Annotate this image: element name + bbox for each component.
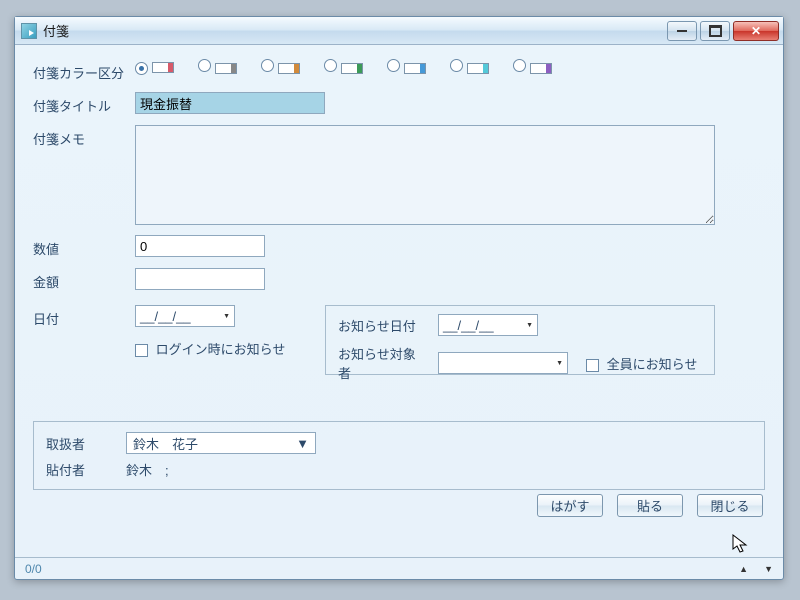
statusbar: 0/0 ▲ ▼: [15, 557, 783, 579]
swatch-icon: [278, 63, 300, 74]
poster-row: 貼付者 鈴木 ;: [46, 460, 752, 479]
color-option-orange[interactable]: [261, 59, 300, 75]
handler-groupbox: 取扱者 鈴木 花子 ▼ 貼付者 鈴木 ;: [33, 421, 765, 490]
checkbox-icon: [586, 359, 599, 372]
date-value: __/__/__: [140, 309, 191, 324]
date-combo[interactable]: __/__/__ ▼: [135, 305, 235, 327]
color-options: [135, 59, 552, 75]
close-button[interactable]: 閉じる: [697, 494, 763, 517]
notice-date-row: お知らせ日付 __/__/__ ▼: [338, 314, 702, 336]
swatch-icon: [215, 63, 237, 74]
number-input[interactable]: [135, 235, 265, 257]
color-option-gray[interactable]: [198, 59, 237, 75]
color-option-cyan[interactable]: [450, 59, 489, 75]
swatch-icon: [152, 62, 174, 73]
window-title: 付箋: [43, 21, 667, 40]
content-area: 付箋カラー区分 付箋タイトル 付箋メモ 数値 金額: [15, 45, 783, 557]
sticky-note-dialog: 付箋 付箋カラー区分 付箋タイトル 付箋メモ: [14, 16, 784, 580]
action-buttons: はがす 貼る 閉じる: [33, 490, 765, 517]
notice-target-label: お知らせ対象者: [338, 344, 428, 382]
title-row: 付箋タイトル: [33, 92, 765, 115]
swatch-icon: [467, 63, 489, 74]
memo-row: 付箋メモ: [33, 125, 765, 225]
radio-icon: [387, 59, 400, 72]
maximize-button[interactable]: [700, 21, 730, 41]
notice-date-value: __/__/__: [443, 318, 494, 333]
nav-up-icon[interactable]: ▲: [739, 564, 748, 574]
color-label: 付箋カラー区分: [33, 59, 135, 82]
handler-row: 取扱者 鈴木 花子 ▼: [46, 432, 752, 454]
date-label: 日付: [33, 305, 135, 328]
handler-label: 取扱者: [46, 434, 116, 453]
amount-input[interactable]: [135, 268, 265, 290]
window-controls: [667, 21, 781, 41]
poster-label: 貼付者: [46, 460, 116, 479]
peel-button[interactable]: はがす: [537, 494, 603, 517]
notice-all-check[interactable]: 全員にお知らせ: [586, 354, 697, 373]
radio-icon: [135, 62, 148, 75]
radio-icon: [261, 59, 274, 72]
color-row: 付箋カラー区分: [33, 59, 765, 82]
number-row: 数値: [33, 235, 765, 258]
notice-target-row: お知らせ対象者 ▼ 全員にお知らせ: [338, 344, 702, 382]
record-counter: 0/0: [25, 562, 42, 576]
minimize-button[interactable]: [667, 21, 697, 41]
amount-row: 金額: [33, 268, 765, 291]
poster-value: 鈴木 ;: [126, 460, 169, 479]
radio-icon: [324, 59, 337, 72]
color-option-purple[interactable]: [513, 59, 552, 75]
radio-icon: [198, 59, 211, 72]
swatch-icon: [404, 63, 426, 74]
swatch-icon: [341, 63, 363, 74]
memo-textarea[interactable]: [135, 125, 715, 225]
notice-all-label: 全員にお知らせ: [607, 357, 698, 372]
date-column: __/__/__ ▼ ログイン時にお知らせ: [135, 305, 325, 358]
chevron-down-icon: ▼: [296, 436, 309, 451]
notice-date-combo[interactable]: __/__/__ ▼: [438, 314, 538, 336]
radio-icon: [450, 59, 463, 72]
memo-label: 付箋メモ: [33, 125, 135, 148]
chevron-down-icon: ▼: [526, 322, 533, 329]
date-notice-row: 日付 __/__/__ ▼ ログイン時にお知らせ お知らせ日付 __/__/__…: [33, 305, 765, 375]
amount-label: 金額: [33, 268, 135, 291]
color-option-green[interactable]: [324, 59, 363, 75]
notice-groupbox: お知らせ日付 __/__/__ ▼ お知らせ対象者 ▼ 全員にお知らせ: [325, 305, 715, 375]
paste-button[interactable]: 貼る: [617, 494, 683, 517]
title-input[interactable]: [135, 92, 325, 114]
chevron-down-icon: ▼: [223, 313, 230, 320]
handler-value: 鈴木 花子: [133, 434, 198, 453]
color-option-red[interactable]: [135, 59, 174, 75]
app-icon: [21, 23, 37, 39]
chevron-down-icon: ▼: [556, 360, 563, 367]
nav-down-icon[interactable]: ▼: [764, 564, 773, 574]
swatch-icon: [530, 63, 552, 74]
login-notice-label: ログイン時にお知らせ: [156, 342, 286, 357]
number-label: 数値: [33, 235, 135, 258]
nav-arrows: ▲ ▼: [739, 564, 773, 574]
titlebar[interactable]: 付箋: [15, 17, 783, 45]
notice-date-label: お知らせ日付: [338, 316, 428, 335]
login-notice-check[interactable]: ログイン時にお知らせ: [135, 339, 325, 358]
color-option-blue[interactable]: [387, 59, 426, 75]
checkbox-icon: [135, 344, 148, 357]
close-window-button[interactable]: [733, 21, 779, 41]
title-label: 付箋タイトル: [33, 92, 135, 115]
handler-combo[interactable]: 鈴木 花子 ▼: [126, 432, 316, 454]
notice-target-combo[interactable]: ▼: [438, 352, 568, 374]
radio-icon: [513, 59, 526, 72]
